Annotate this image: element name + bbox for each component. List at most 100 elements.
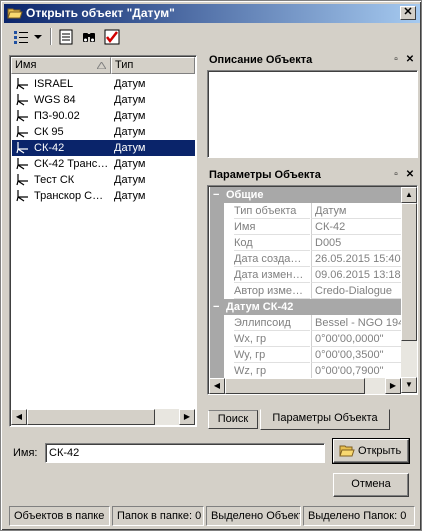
list-item-type: Датум <box>114 78 146 90</box>
list-item[interactable]: Тест СК Датум <box>12 172 195 188</box>
column-header-type[interactable]: Тип <box>111 57 195 74</box>
property-row[interactable]: Тип объекта Датум <box>210 203 405 219</box>
vertical-splitter[interactable] <box>201 51 205 431</box>
list-item[interactable]: Транскор С… Датум <box>12 188 195 204</box>
property-row[interactable]: Эллипсоид Bessel - NGO 1948 <box>210 315 405 331</box>
property-value: 09.06.2015 13:18 <box>311 267 405 283</box>
params-panel-title: Параметры Объекта <box>209 169 321 181</box>
column-header-name-label: Имя <box>15 59 37 71</box>
object-list[interactable]: Имя Тип ISRAEL Датум WGS 84 Датум ПЗ-90.02 Да… <box>9 55 197 427</box>
list-item[interactable]: ISRAEL Датум <box>12 76 195 92</box>
close-icon[interactable]: ✕ <box>404 54 416 66</box>
property-row[interactable]: Wy, гр 0°00'00,3500" <box>210 347 405 363</box>
property-key: Wy, гр <box>234 347 310 363</box>
scroll-up-button[interactable]: ▲ <box>401 187 417 203</box>
property-key: Автор изме… <box>234 283 310 299</box>
property-gutter <box>210 331 224 347</box>
property-key: Wx, гр <box>234 331 310 347</box>
scroll-left-button[interactable]: ◀ <box>209 378 225 394</box>
list-item-name: СК-42 Транс… <box>34 158 109 170</box>
apply-check-button[interactable] <box>101 26 123 47</box>
property-category[interactable]: − Датум СК-42 <box>210 299 405 315</box>
property-grid[interactable]: − Общие Тип объекта Датум Имя СК-42 Код D005 Дат… <box>207 185 418 395</box>
open-button[interactable]: Открыть <box>332 438 410 464</box>
tab-object-params[interactable]: Параметры Объекта <box>260 409 390 430</box>
list-item[interactable]: WGS 84 Датум <box>12 92 195 108</box>
scroll-down-button[interactable]: ▼ <box>401 377 417 393</box>
sort-arrow-icon <box>97 62 106 69</box>
scroll-right-button[interactable]: ▶ <box>179 409 195 425</box>
property-row[interactable]: Автор изме… Credo-Dialogue <box>210 283 405 299</box>
list-item-type: Датум <box>114 126 146 138</box>
list-horizontal-scrollbar[interactable]: ◀ ▶ <box>11 409 195 425</box>
properties-button[interactable] <box>55 26 77 47</box>
property-row[interactable]: Дата созда… 26.05.2015 15:40 <box>210 251 405 267</box>
property-category[interactable]: − Общие <box>210 187 405 203</box>
property-gutter <box>210 363 224 379</box>
open-button-label: Открыть <box>358 445 402 457</box>
window-title: Открыть объект "Датум" <box>26 6 175 20</box>
property-category-label: Общие <box>226 189 264 201</box>
arrow-up-icon: ▲ <box>405 190 413 199</box>
list-item-name: СК 95 <box>34 126 64 138</box>
list-item-type: Датум <box>114 174 146 186</box>
collapse-icon[interactable]: − <box>213 187 219 203</box>
scroll-left-button[interactable]: ◀ <box>11 409 27 425</box>
property-value: 0°00'00,0000" <box>311 331 405 347</box>
arrow-left-icon: ◀ <box>15 412 23 421</box>
property-row[interactable]: Wx, гр 0°00'00,0000" <box>210 331 405 347</box>
list-item-name: WGS 84 <box>34 94 76 106</box>
arrow-right-icon: ▶ <box>183 412 191 421</box>
property-key: Эллипсоид <box>234 315 310 331</box>
find-button[interactable] <box>78 26 100 47</box>
datum-icon <box>16 174 28 186</box>
collapse-icon[interactable]: − <box>213 299 219 315</box>
pin-icon[interactable]: ▫ <box>390 169 402 181</box>
props-vertical-scrollbar[interactable]: ▲ ▼ <box>401 187 417 393</box>
vertical-scroll-thumb[interactable] <box>401 203 417 341</box>
property-gutter <box>210 203 224 219</box>
property-row[interactable]: Код D005 <box>210 235 405 251</box>
folder-open-icon <box>7 8 23 19</box>
arrow-left-icon: ◀ <box>213 381 221 390</box>
status-folders-in-folder: Папок в папке: 0 <box>112 506 204 526</box>
arrow-down-icon: ▼ <box>405 380 413 389</box>
list-item-type: Датум <box>114 110 146 122</box>
list-item[interactable]: СК 95 Датум <box>12 124 195 140</box>
list-item-name: ПЗ-90.02 <box>34 110 80 122</box>
property-gutter <box>210 251 224 267</box>
property-key: Дата измен… <box>234 267 310 283</box>
scroll-right-button[interactable]: ▶ <box>385 378 401 394</box>
props-horizontal-scrollbar[interactable]: ◀ ▶ <box>209 378 401 394</box>
property-category-label: Датум СК-42 <box>226 301 294 313</box>
close-button[interactable]: ✕ <box>400 6 416 20</box>
property-key: Wz, гр <box>234 363 310 379</box>
horizontal-scroll-thumb[interactable] <box>225 378 365 394</box>
list-item[interactable]: СК-42 Транс… Датум <box>12 156 195 172</box>
horizontal-scroll-thumb[interactable] <box>27 409 155 425</box>
property-row[interactable]: Дата измен… 09.06.2015 13:18 <box>210 267 405 283</box>
name-field[interactable]: СК-42 <box>45 443 325 463</box>
chevron-down-icon <box>34 35 42 39</box>
description-text-area[interactable] <box>207 70 418 158</box>
property-row[interactable]: Имя СК-42 <box>210 219 405 235</box>
list-item[interactable]: ПЗ-90.02 Датум <box>12 108 195 124</box>
column-header-name[interactable]: Имя <box>11 57 111 74</box>
pin-icon[interactable]: ▫ <box>390 54 402 66</box>
list-item[interactable]: СК-42 Датум <box>12 140 195 156</box>
datum-icon <box>16 190 28 202</box>
datum-icon <box>16 142 28 154</box>
close-icon: ✕ <box>403 6 413 18</box>
close-icon[interactable]: ✕ <box>404 169 416 181</box>
list-view-icon <box>14 31 28 44</box>
property-value: D005 <box>311 235 405 251</box>
property-gutter <box>210 219 224 235</box>
property-row[interactable]: Wz, гр 0°00'00,7900" <box>210 363 405 379</box>
view-mode-dropdown[interactable] <box>9 26 45 47</box>
cancel-button[interactable]: Отмена <box>333 473 409 497</box>
tab-search[interactable]: Поиск <box>208 410 258 429</box>
property-key: Дата созда… <box>234 251 310 267</box>
list-item-name: ISRAEL <box>34 78 74 90</box>
params-panel: Параметры Объекта ▫ ✕ − Общие Тип объекта Д… <box>206 164 419 432</box>
folder-open-icon <box>339 445 355 457</box>
